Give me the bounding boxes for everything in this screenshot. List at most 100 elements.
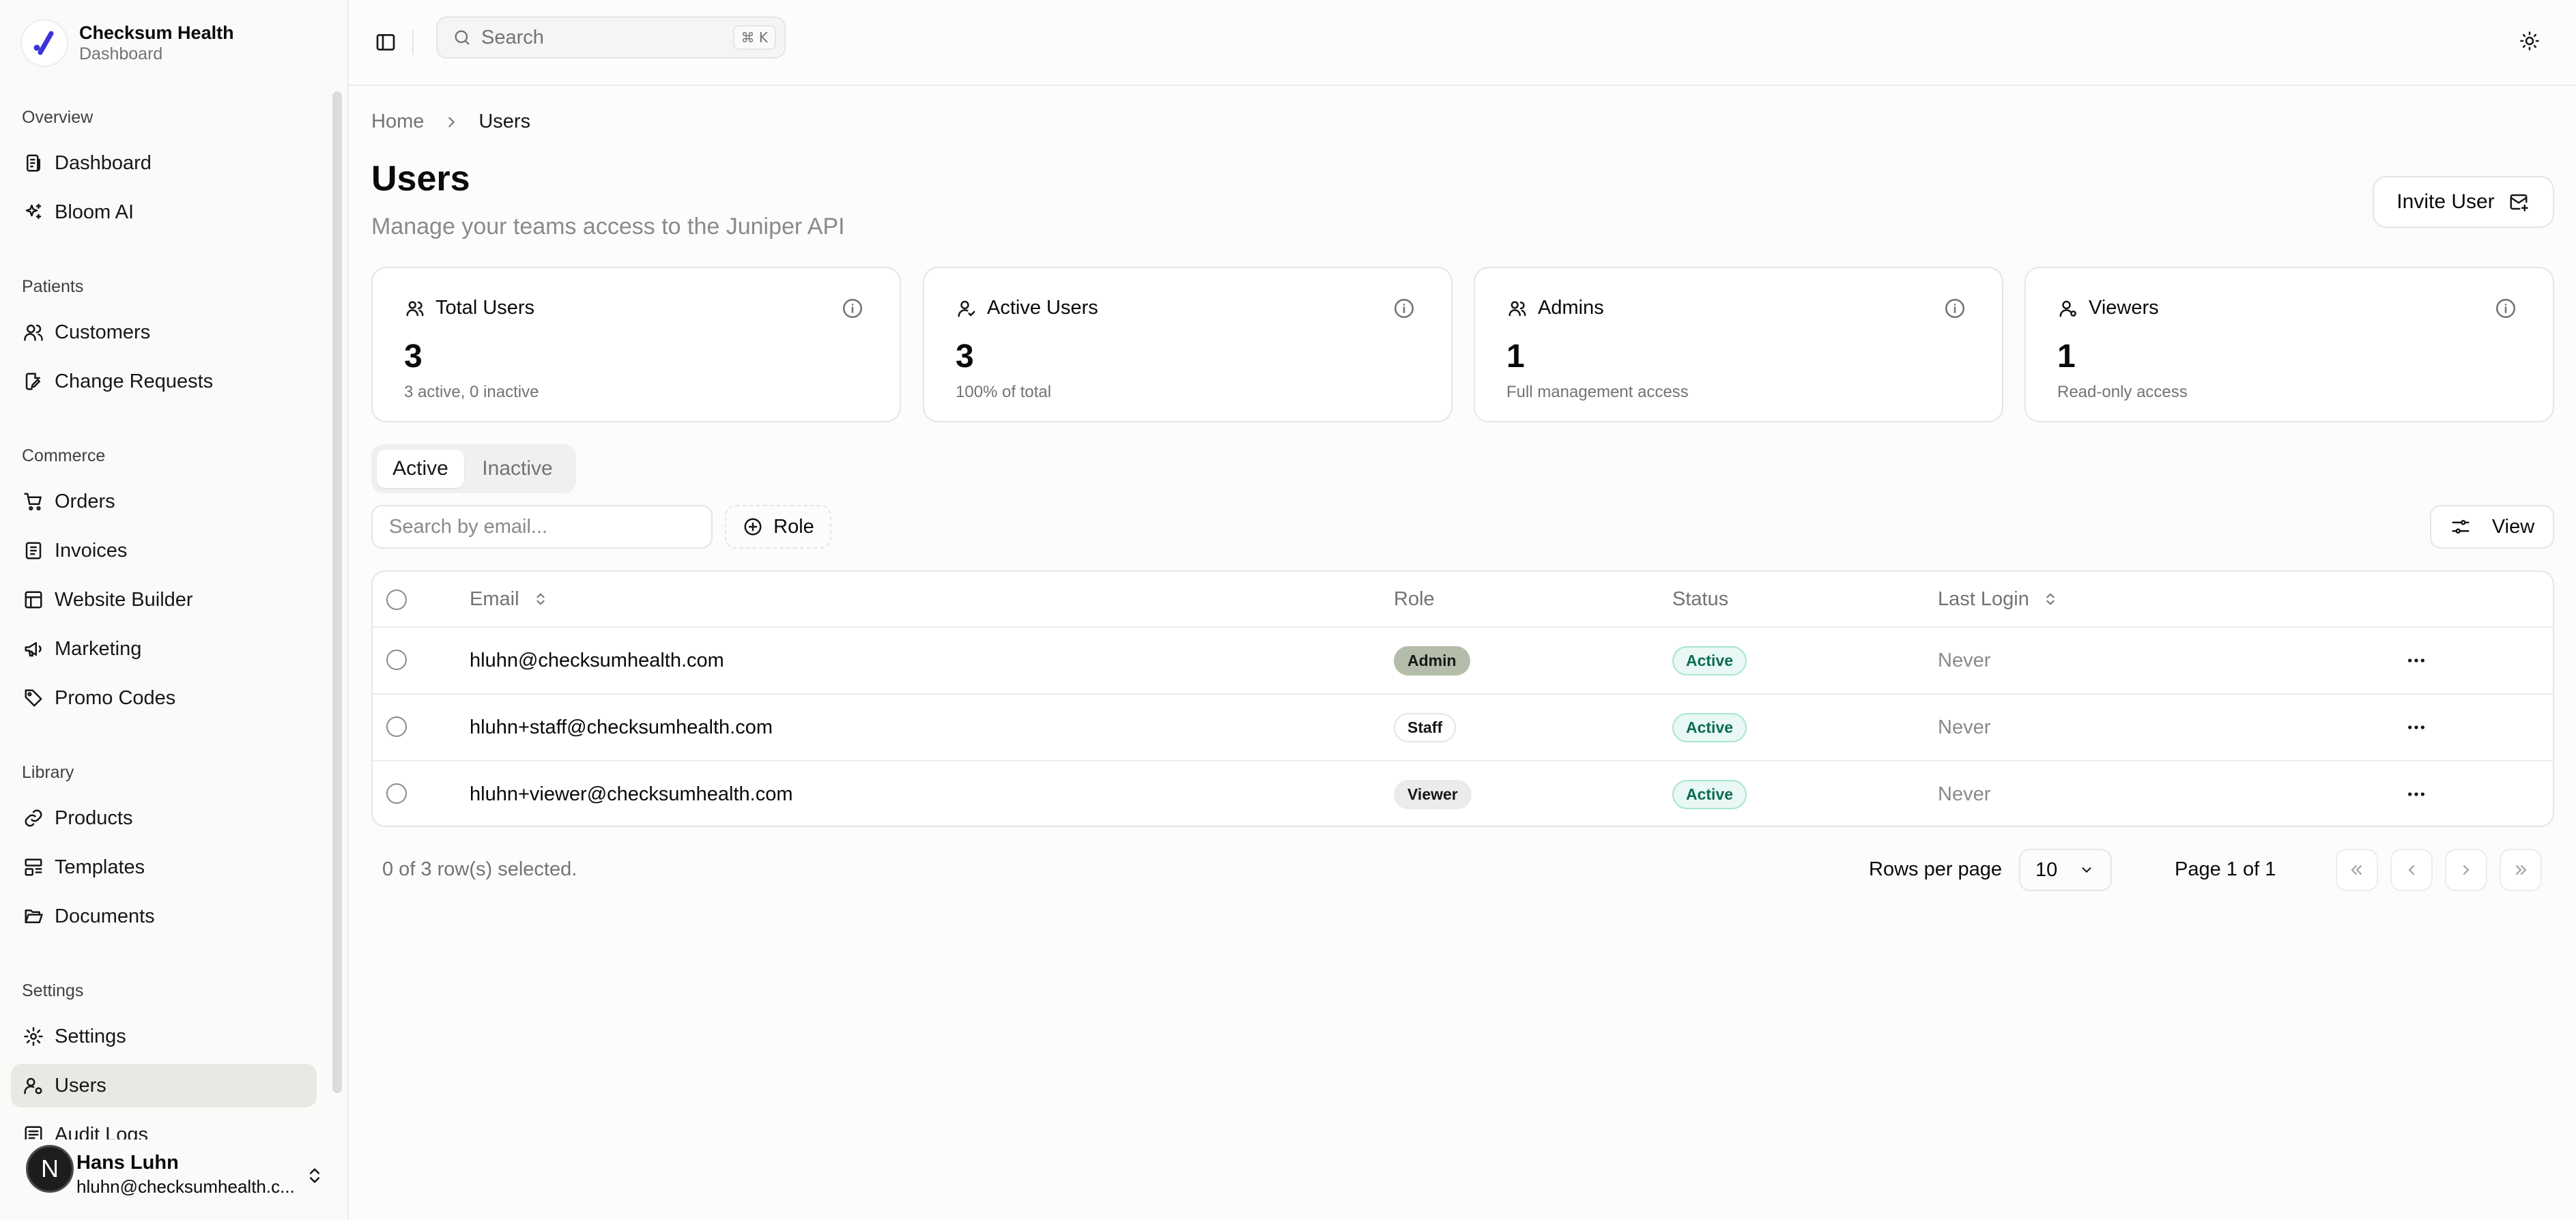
rows-per-page-select[interactable]: 10 [2019,849,2112,891]
status-badge: Active [1672,712,1747,742]
previous-page-button[interactable] [2390,849,2433,891]
more-horizontal-icon[interactable] [2403,781,2430,808]
info-icon[interactable] [840,295,865,321]
first-page-button[interactable] [2336,849,2378,891]
sidebar-item-label: Dashboard [55,151,152,174]
chevron-down-icon [2078,861,2095,879]
chevrons-up-down-icon[interactable] [303,1164,326,1187]
user-icon [2057,297,2079,319]
sidebar-item-label: Users [55,1074,106,1096]
breadcrumb-current: Users [478,111,531,132]
user-name: Hans Luhn [76,1152,179,1174]
sidebar-item-audit-logs[interactable]: Audit Logs [11,1113,317,1139]
search-input[interactable]: Search ⌘ K [436,16,786,59]
sidebar-item-label: Audit Logs [55,1123,149,1140]
row-checkbox[interactable] [386,650,407,670]
log-icon [22,1123,45,1139]
chevrons-right-icon [2511,860,2530,880]
sidebar-item-label: Settings [55,1025,126,1047]
role-badge: Viewer [1394,779,1472,809]
sidebar-item-products[interactable]: Products [11,796,317,840]
chevron-right-icon [442,113,461,132]
sidebar-item-label: Documents [55,905,155,927]
sidebar-item-label: Bloom AI [55,201,134,223]
sidebar-item-users[interactable]: Users [11,1064,317,1107]
nav-group-label: Settings [22,981,84,1000]
breadcrumb-home[interactable]: Home [371,111,424,133]
sort-icon[interactable] [2042,590,2059,608]
layout-icon [22,588,45,611]
select-all-checkbox[interactable] [386,590,407,610]
sidebar-item-dashboard[interactable]: Dashboard [11,141,317,185]
sidebar-item-documents[interactable]: Documents [11,895,317,938]
info-icon[interactable] [1942,295,1968,321]
nav-group-label: Overview [22,108,94,127]
cart-icon [22,490,45,513]
sidebar-item-label: Orders [55,490,115,512]
more-horizontal-icon[interactable] [2403,714,2430,741]
sidebar-item-bloom-ai[interactable]: Bloom AI [11,190,317,234]
sidebar-item-promo-codes[interactable]: Promo Codes [11,676,317,720]
row-email: hluhn+staff@checksumhealth.com [470,716,773,738]
email-search-input[interactable]: Search by email... [371,505,713,549]
column-last-login-header[interactable]: Last Login [1938,572,2059,626]
sidebar-item-marketing[interactable]: Marketing [11,627,317,671]
row-checkbox[interactable] [386,783,407,804]
sidebar-item-customers[interactable]: Customers [11,310,317,354]
sidebar-item-change-requests[interactable]: Change Requests [11,360,317,403]
row-email: hluhn@checksumhealth.com [470,649,724,671]
table-header: Email Role Status Last Login [373,572,2553,628]
table-row[interactable]: hluhn+viewer@checksumhealth.com Viewer A… [373,761,2553,826]
topbar: Search ⌘ K [349,0,2576,86]
sidebar-item-orders[interactable]: Orders [11,480,317,523]
sidebar-item-label: Promo Codes [55,686,176,709]
users-table: Email Role Status Last Login hluhn@check… [371,570,2554,827]
page-info: Page 1 of 1 [2175,858,2276,880]
sidebar-scrollbar[interactable] [332,91,342,1093]
sidebar-item-website-builder[interactable]: Website Builder [11,578,317,622]
breadcrumb: Home Users [371,111,530,133]
sidebar-nav: Overview Dashboard Bloom AI Patients Cus… [0,96,328,1139]
sort-icon[interactable] [532,590,549,608]
view-options-button[interactable]: View [2430,505,2554,549]
tab-active[interactable]: Active [377,450,464,488]
sidebar-item-settings[interactable]: Settings [11,1015,317,1058]
sidebar-toggle-icon[interactable] [372,29,399,56]
more-horizontal-icon[interactable] [2403,647,2430,674]
user-email: hluhn@checksumhealth.c... [76,1176,295,1197]
stat-card-active-users: Active Users 3 100% of total [923,267,1452,422]
template-icon [22,856,45,879]
sidebar-item-label: Website Builder [55,588,193,611]
column-email-header[interactable]: Email [470,572,549,626]
link-icon [22,807,45,830]
brand-name: Checksum Health [79,23,234,43]
last-page-button[interactable] [2500,849,2542,891]
page-subtitle: Manage your teams access to the Juniper … [371,214,845,239]
brand[interactable]: Checksum Health Dashboard [20,19,234,67]
info-icon[interactable] [2493,295,2519,321]
role-filter-button[interactable]: Role [725,505,831,549]
invite-user-label: Invite User [2396,190,2495,213]
table-row[interactable]: hluhn+staff@checksumhealth.com Staff Act… [373,695,2553,761]
plus-circle-icon [742,516,764,538]
avatar[interactable]: N [26,1145,74,1193]
sidebar-item-templates[interactable]: Templates [11,845,317,889]
tab-inactive[interactable]: Inactive [470,450,565,488]
gear-icon [22,1025,45,1048]
info-icon[interactable] [1391,295,1417,321]
role-filter-label: Role [773,515,814,538]
stat-title: Admins [1538,297,1604,319]
role-badge: Admin [1394,645,1470,676]
row-checkbox[interactable] [386,716,407,737]
sidebar-item-invoices[interactable]: Invoices [11,529,317,572]
column-status-header: Status [1672,587,1729,610]
megaphone-icon [22,637,45,660]
chevron-left-icon [2402,860,2421,880]
next-page-button[interactable] [2445,849,2487,891]
stat-note: 3 active, 0 inactive [404,383,539,401]
sun-icon[interactable] [2517,29,2542,53]
table-row[interactable]: hluhn@checksumhealth.com Admin Active Ne… [373,628,2553,695]
invite-user-button[interactable]: Invite User [2373,176,2554,228]
stat-value: 3 [956,338,974,375]
folder-open-icon [22,905,45,928]
